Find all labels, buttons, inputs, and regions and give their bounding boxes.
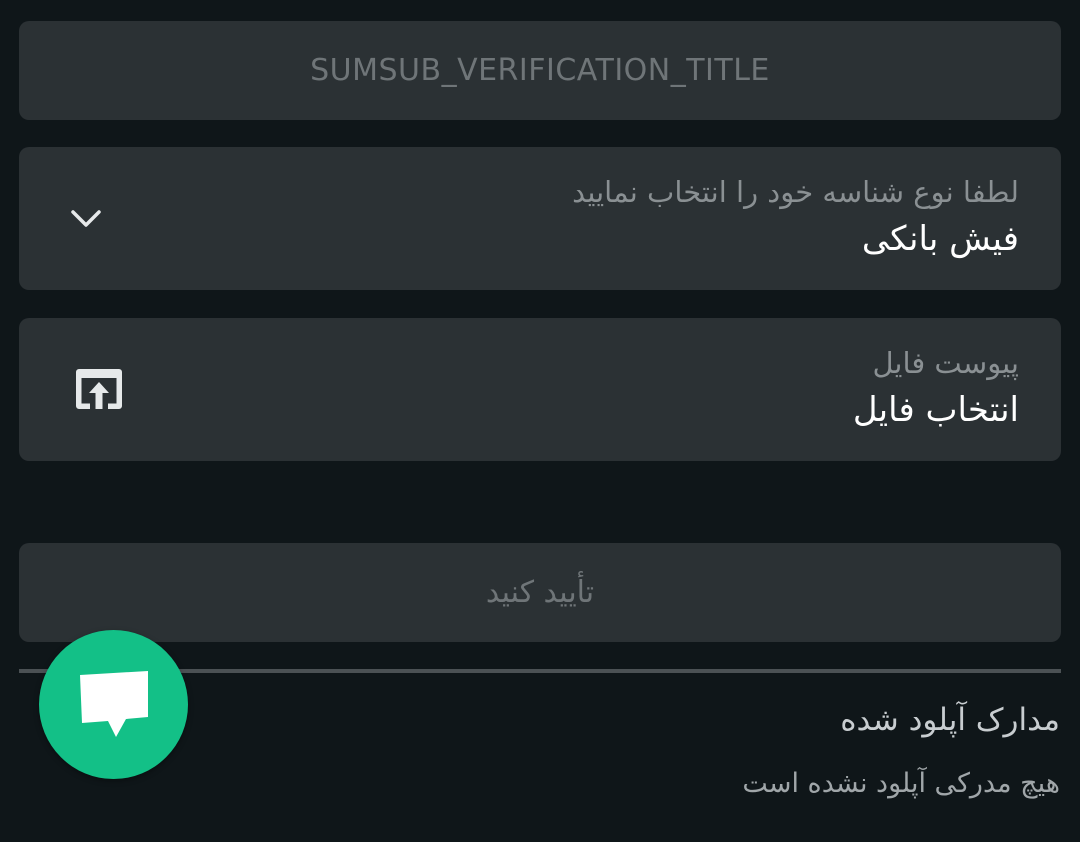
sumsub-verification-button[interactable]: SUMSUB_VERIFICATION_TITLE (19, 21, 1061, 120)
page: SUMSUB_VERIFICATION_TITLE لطفا نوع شناسه… (0, 0, 1080, 842)
choose-file-value: انتخاب فایل (852, 390, 1019, 430)
uploaded-documents-title: مدارک آپلود شده (840, 702, 1060, 738)
file-attachment-label: پیوست فایل (872, 346, 1019, 380)
id-type-select[interactable]: لطفا نوع شناسه خود را انتخاب نمایید فیش … (19, 147, 1061, 290)
id-type-value: فیش بانکی (861, 219, 1019, 259)
sumsub-verification-label: SUMSUB_VERIFICATION_TITLE (310, 53, 770, 88)
upload-icon[interactable] (75, 367, 123, 411)
file-attachment-field[interactable]: پیوست فایل انتخاب فایل (19, 318, 1061, 461)
no-documents-text: هیچ مدرکی آپلود نشده است (742, 768, 1060, 799)
chat-bubble-icon (79, 670, 148, 737)
chevron-down-icon[interactable] (69, 202, 103, 236)
confirm-button-label: تأیید کنید (485, 575, 595, 610)
confirm-button[interactable]: تأیید کنید (19, 543, 1061, 642)
chat-button[interactable] (39, 630, 188, 779)
id-type-label: لطفا نوع شناسه خود را انتخاب نمایید (572, 175, 1019, 209)
